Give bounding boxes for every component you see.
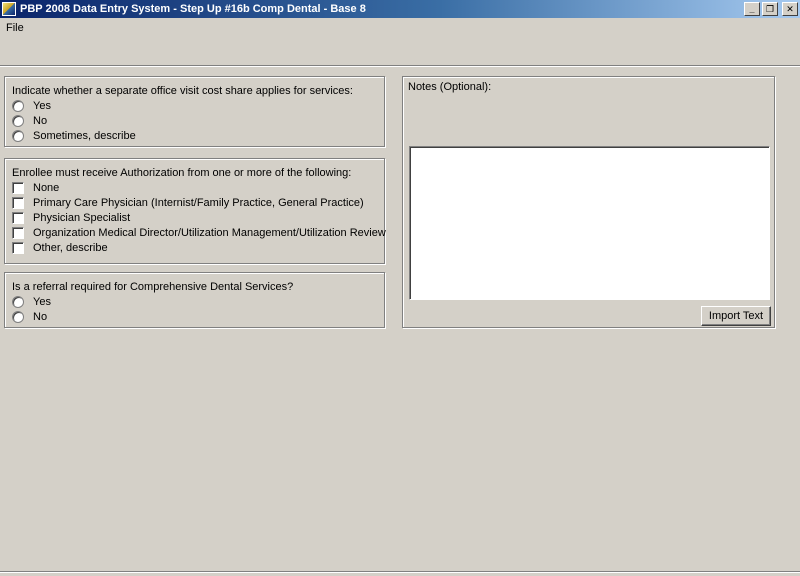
menu-bar: File bbox=[0, 19, 800, 37]
status-divider bbox=[0, 571, 800, 573]
option-label: Yes bbox=[33, 296, 51, 308]
cost-share-sometimes-option[interactable]: Sometimes, describe bbox=[12, 130, 136, 142]
option-label: Primary Care Physician (Internist/Family… bbox=[33, 197, 364, 209]
authorization-question: Enrollee must receive Authorization from… bbox=[12, 167, 352, 179]
cost-share-question: Indicate whether a separate office visit… bbox=[12, 85, 353, 97]
auth-none-option[interactable]: None bbox=[12, 182, 59, 194]
menu-file[interactable]: File bbox=[6, 22, 24, 34]
minimize-button[interactable]: _ bbox=[744, 2, 760, 16]
option-label: Other, describe bbox=[33, 242, 108, 254]
title-bar: PBP 2008 Data Entry System - Step Up #16… bbox=[0, 0, 800, 18]
option-label: Organization Medical Director/Utilizatio… bbox=[33, 227, 386, 239]
notes-label: Notes (Optional): bbox=[408, 81, 492, 93]
referral-yes-option[interactable]: Yes bbox=[12, 296, 51, 308]
referral-group: Is a referral required for Comprehensive… bbox=[4, 272, 385, 328]
cost-share-no-option[interactable]: No bbox=[12, 115, 47, 127]
option-label: No bbox=[33, 115, 48, 127]
referral-no-option[interactable]: No bbox=[12, 311, 47, 323]
checkbox[interactable] bbox=[12, 242, 24, 254]
notes-textarea[interactable] bbox=[409, 146, 770, 300]
option-label: No bbox=[33, 311, 48, 323]
checkbox[interactable] bbox=[12, 227, 24, 239]
auth-medical-director-option[interactable]: Organization Medical Director/Utilizatio… bbox=[12, 227, 386, 239]
option-label: None bbox=[33, 182, 60, 194]
import-text-button[interactable]: Import Text bbox=[701, 306, 771, 326]
checkbox[interactable] bbox=[12, 197, 24, 209]
restore-button[interactable]: ❐ bbox=[762, 2, 778, 16]
window-controls: _ ❐ ✕ bbox=[744, 2, 798, 16]
referral-question: Is a referral required for Comprehensive… bbox=[12, 281, 294, 293]
cost-share-yes-option[interactable]: Yes bbox=[12, 100, 51, 112]
notes-group: Notes (Optional): Import Text bbox=[402, 76, 775, 328]
radio-button[interactable] bbox=[12, 115, 24, 127]
radio-button[interactable] bbox=[12, 100, 24, 112]
option-label: Sometimes, describe bbox=[33, 130, 136, 142]
authorization-group: Enrollee must receive Authorization from… bbox=[4, 158, 386, 264]
option-label: Physician Specialist bbox=[33, 212, 131, 224]
app-icon bbox=[2, 2, 16, 16]
close-button[interactable]: ✕ bbox=[782, 2, 798, 16]
radio-button[interactable] bbox=[12, 130, 24, 142]
window-title: PBP 2008 Data Entry System - Step Up #16… bbox=[20, 3, 366, 15]
checkbox[interactable] bbox=[12, 212, 24, 224]
checkbox[interactable] bbox=[12, 182, 24, 194]
radio-button[interactable] bbox=[12, 296, 24, 308]
auth-specialist-option[interactable]: Physician Specialist bbox=[12, 212, 130, 224]
radio-button[interactable] bbox=[12, 311, 24, 323]
cost-share-group: Indicate whether a separate office visit… bbox=[4, 76, 385, 147]
option-label: Yes bbox=[33, 100, 51, 112]
toolbar-divider bbox=[0, 65, 800, 67]
auth-other-option[interactable]: Other, describe bbox=[12, 242, 108, 254]
auth-pcp-option[interactable]: Primary Care Physician (Internist/Family… bbox=[12, 197, 364, 209]
